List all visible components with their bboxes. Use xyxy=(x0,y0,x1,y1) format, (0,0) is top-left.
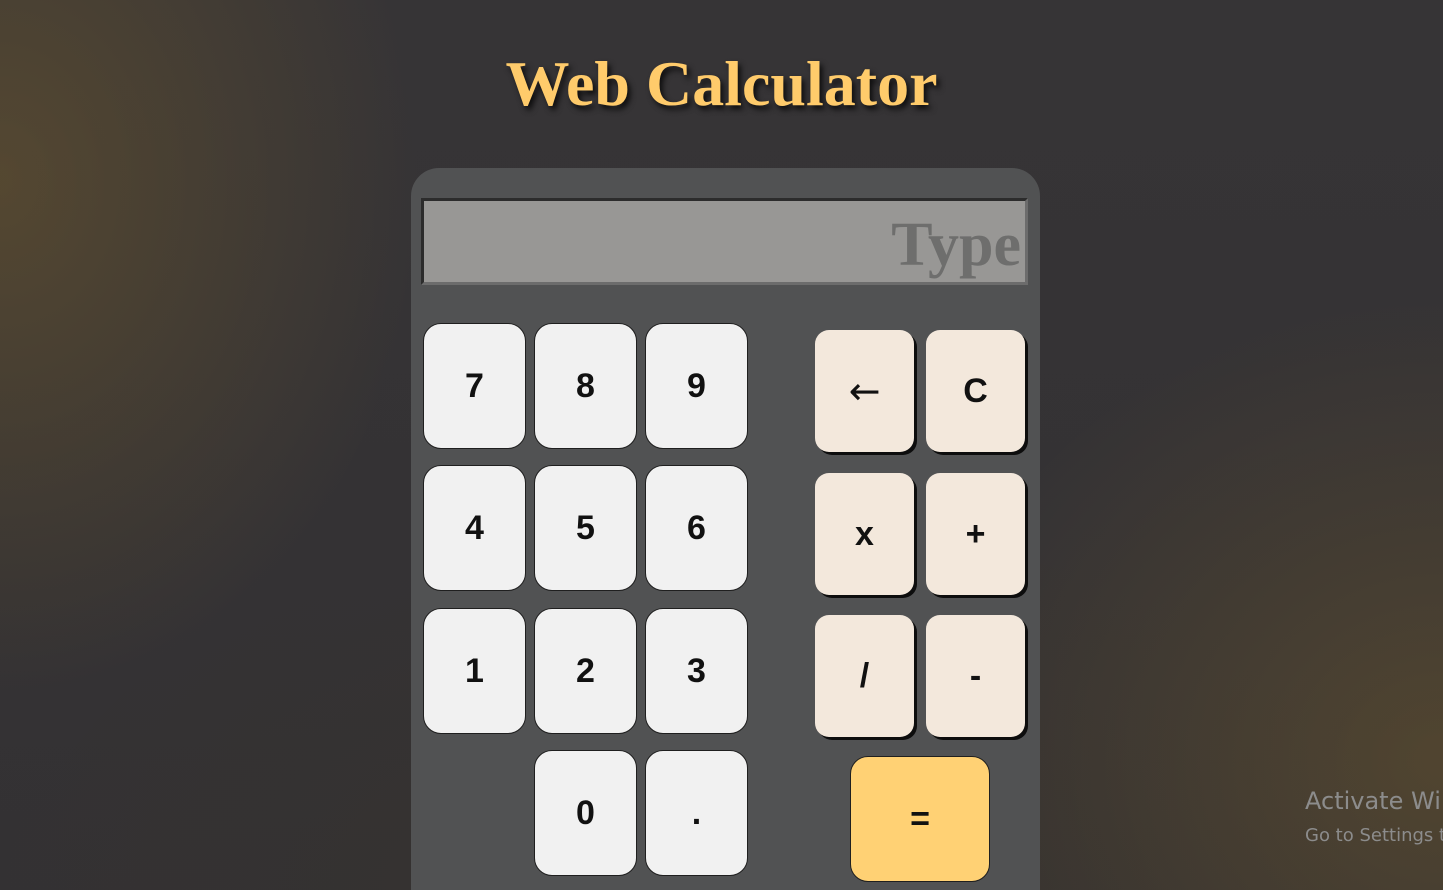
multiply-button[interactable]: x xyxy=(815,473,914,595)
key-1[interactable]: 1 xyxy=(423,608,526,734)
key-3[interactable]: 3 xyxy=(645,608,748,734)
divide-button[interactable]: / xyxy=(815,615,914,737)
key-5[interactable]: 5 xyxy=(534,465,637,591)
equals-button[interactable]: = xyxy=(850,756,990,882)
key-decimal[interactable]: . xyxy=(645,750,748,876)
key-8[interactable]: 8 xyxy=(534,323,637,449)
backspace-button[interactable]: ← xyxy=(815,330,914,452)
page-title: Web Calculator xyxy=(505,48,938,119)
key-6[interactable]: 6 xyxy=(645,465,748,591)
key-9[interactable]: 9 xyxy=(645,323,748,449)
activate-windows-watermark: Activate Windows Go to Settings to activ… xyxy=(1305,784,1443,854)
watermark-title: Activate Windows xyxy=(1305,787,1443,815)
calculator: Type 7 8 9 4 5 6 1 2 3 0 . ← C x + / - = xyxy=(411,168,1040,890)
clear-button[interactable]: C xyxy=(926,330,1025,452)
key-7[interactable]: 7 xyxy=(423,323,526,449)
add-button[interactable]: + xyxy=(926,473,1025,595)
watermark-subtitle: Go to Settings to activate Windows. xyxy=(1305,825,1443,846)
subtract-button[interactable]: - xyxy=(926,615,1025,737)
calculator-display[interactable]: Type xyxy=(421,198,1028,285)
key-4[interactable]: 4 xyxy=(423,465,526,591)
key-2[interactable]: 2 xyxy=(534,608,637,734)
key-0[interactable]: 0 xyxy=(534,750,637,876)
